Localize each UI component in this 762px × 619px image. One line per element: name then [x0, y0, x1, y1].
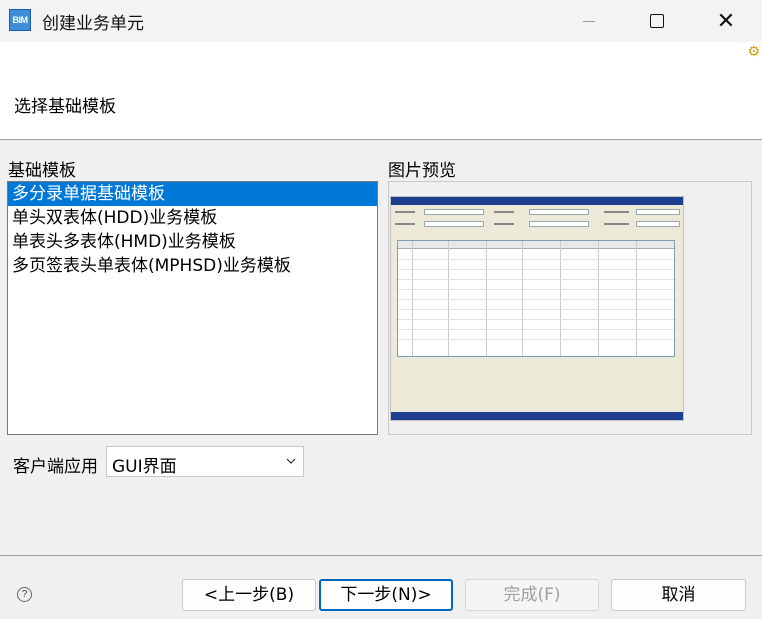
maximize-button[interactable] [625, 0, 689, 42]
template-item-mphsd[interactable]: 多页签表头单表体(MPHSD)业务模板 [8, 254, 377, 278]
template-item-multi-entry[interactable]: 多分录单据基础模板 [8, 182, 377, 206]
help-icon[interactable]: ? [17, 587, 32, 602]
app-icon-text: BIM [12, 15, 29, 25]
page-title: 选择基础模板 [14, 97, 116, 117]
footer-divider [0, 555, 762, 556]
template-item-hmd[interactable]: 单表头多表体(HMD)业务模板 [8, 230, 377, 254]
wizard-header: 选择基础模板 ⚙ [0, 42, 762, 140]
minimize-button[interactable] [557, 0, 621, 42]
cancel-button[interactable]: 取消 [611, 579, 746, 611]
preview-thumbnail [390, 196, 684, 421]
close-icon: ✕ [716, 8, 736, 34]
client-app-select[interactable]: GUI界面 [106, 446, 304, 477]
thumbnail-toolbar [391, 197, 683, 205]
chevron-down-icon [286, 458, 296, 464]
thumbnail-grid [397, 240, 675, 357]
image-preview [388, 181, 752, 435]
thumbnail-form [394, 208, 682, 236]
next-button[interactable]: 下一步(N)> [319, 579, 453, 611]
thumbnail-statusbar [391, 412, 683, 420]
finish-button: 完成(F) [465, 579, 599, 611]
window-title: 创建业务单元 [42, 14, 144, 34]
client-app-value: GUI界面 [112, 457, 177, 477]
minimize-icon [583, 20, 595, 22]
template-item-hdd[interactable]: 单头双表体(HDD)业务模板 [8, 206, 377, 230]
close-button[interactable]: ✕ [694, 0, 758, 42]
maximize-icon [650, 14, 664, 28]
wizard-icon: ⚙ [747, 44, 760, 60]
title-bar: BIM 创建业务单元 ✕ [0, 0, 762, 42]
app-icon: BIM [9, 9, 31, 31]
template-list[interactable]: 多分录单据基础模板 单头双表体(HDD)业务模板 单表头多表体(HMD)业务模板… [7, 181, 378, 435]
preview-label: 图片预览 [388, 161, 456, 181]
back-button[interactable]: <上一步(B) [182, 579, 316, 611]
templates-label: 基础模板 [8, 161, 76, 181]
client-app-label: 客户端应用 [13, 457, 98, 477]
